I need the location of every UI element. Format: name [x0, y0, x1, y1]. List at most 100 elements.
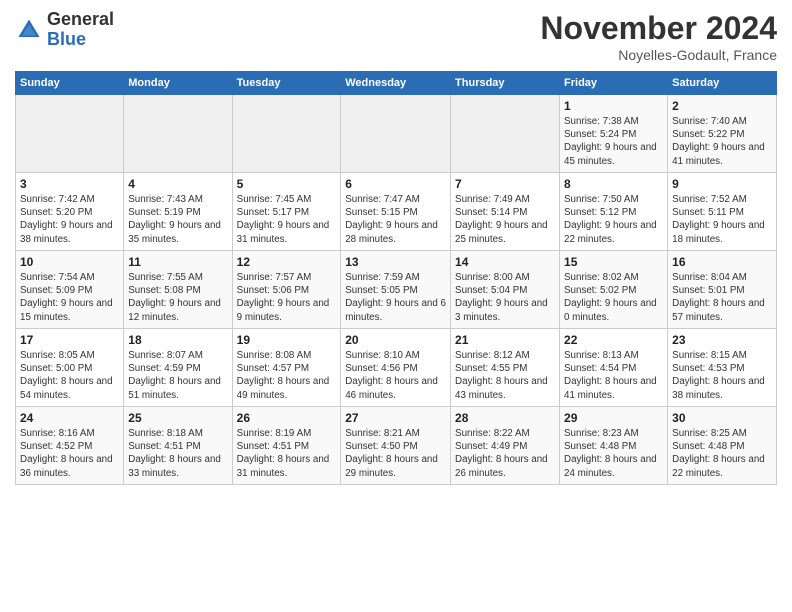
calendar-cell-w2-d2: 5 Sunrise: 7:45 AM Sunset: 5:17 PM Daylig… [232, 173, 341, 251]
calendar-cell-w3-d5: 15Sunrise: 8:02 AM Sunset: 5:02 PM Dayli… [560, 251, 668, 329]
day-info: Sunrise: 8:16 AM Sunset: 4:52 PM Dayligh… [20, 427, 119, 480]
day-number: 28 [455, 411, 555, 425]
calendar-cell-w3-d2: 12Sunrise: 7:57 AM Sunset: 5:06 PM Dayli… [232, 251, 341, 329]
day-info: Sunrise: 7:45 AM Sunset: 5:17 PM Dayligh… [237, 193, 337, 246]
day-info: Sunrise: 8:04 AM Sunset: 5:01 PM Dayligh… [672, 271, 772, 324]
title-block: November 2024 Noyelles-Godault, France [540, 10, 777, 63]
day-info: Sunrise: 7:42 AM Sunset: 5:20 PM Dayligh… [20, 193, 119, 246]
day-info: Sunrise: 8:00 AM Sunset: 5:04 PM Dayligh… [455, 271, 555, 324]
calendar-cell-w1-d4 [451, 95, 560, 173]
day-number: 4 [128, 177, 227, 191]
col-tuesday: Tuesday [232, 72, 341, 95]
day-number: 20 [345, 333, 446, 347]
day-info: Sunrise: 8:07 AM Sunset: 4:59 PM Dayligh… [128, 349, 227, 402]
week-row-4: 17 Sunrise: 8:05 AM Sunset: 5:00 PM Dayli… [16, 329, 777, 407]
day-info: Sunrise: 7:57 AM Sunset: 5:06 PM Dayligh… [237, 271, 337, 324]
calendar-cell-w5-d4: 28 Sunrise: 8:22 AM Sunset: 4:49 PM Dayli… [451, 407, 560, 485]
calendar-cell-w2-d4: 7Sunrise: 7:49 AM Sunset: 5:14 PM Daylig… [451, 173, 560, 251]
day-number: 14 [455, 255, 555, 269]
day-number: 29 [564, 411, 663, 425]
day-info: Sunrise: 8:15 AM Sunset: 4:53 PM Dayligh… [672, 349, 772, 402]
day-number: 21 [455, 333, 555, 347]
day-number: 18 [128, 333, 227, 347]
day-number: 19 [237, 333, 337, 347]
calendar-body: 1Sunrise: 7:38 AM Sunset: 5:24 PM Daylig… [16, 95, 777, 485]
day-number: 10 [20, 255, 119, 269]
day-info: Sunrise: 8:22 AM Sunset: 4:49 PM Dayligh… [455, 427, 555, 480]
month-title: November 2024 [540, 10, 777, 47]
day-number: 6 [345, 177, 446, 191]
day-number: 3 [20, 177, 119, 191]
day-info: Sunrise: 7:59 AM Sunset: 5:05 PM Dayligh… [345, 271, 446, 324]
day-number: 27 [345, 411, 446, 425]
day-info: Sunrise: 8:25 AM Sunset: 4:48 PM Dayligh… [672, 427, 772, 480]
day-info: Sunrise: 7:52 AM Sunset: 5:11 PM Dayligh… [672, 193, 772, 246]
calendar-cell-w3-d6: 16Sunrise: 8:04 AM Sunset: 5:01 PM Dayli… [668, 251, 777, 329]
col-saturday: Saturday [668, 72, 777, 95]
logo-blue: Blue [47, 29, 86, 49]
calendar-cell-w5-d6: 30Sunrise: 8:25 AM Sunset: 4:48 PM Dayli… [668, 407, 777, 485]
calendar-cell-w5-d5: 29 Sunrise: 8:23 AM Sunset: 4:48 PM Dayli… [560, 407, 668, 485]
day-info: Sunrise: 7:47 AM Sunset: 5:15 PM Dayligh… [345, 193, 446, 246]
calendar-header: Sunday Monday Tuesday Wednesday Thursday… [16, 72, 777, 95]
day-number: 1 [564, 99, 663, 113]
col-sunday: Sunday [16, 72, 124, 95]
calendar-cell-w4-d5: 22Sunrise: 8:13 AM Sunset: 4:54 PM Dayli… [560, 329, 668, 407]
day-info: Sunrise: 8:21 AM Sunset: 4:50 PM Dayligh… [345, 427, 446, 480]
logo: General Blue [15, 10, 114, 50]
col-friday: Friday [560, 72, 668, 95]
calendar-table: Sunday Monday Tuesday Wednesday Thursday… [15, 71, 777, 485]
week-row-1: 1Sunrise: 7:38 AM Sunset: 5:24 PM Daylig… [16, 95, 777, 173]
day-info: Sunrise: 7:54 AM Sunset: 5:09 PM Dayligh… [20, 271, 119, 324]
calendar-cell-w5-d0: 24 Sunrise: 8:16 AM Sunset: 4:52 PM Dayli… [16, 407, 124, 485]
calendar-cell-w1-d5: 1Sunrise: 7:38 AM Sunset: 5:24 PM Daylig… [560, 95, 668, 173]
day-number: 25 [128, 411, 227, 425]
day-info: Sunrise: 8:05 AM Sunset: 5:00 PM Dayligh… [20, 349, 119, 402]
calendar-cell-w2-d3: 6 Sunrise: 7:47 AM Sunset: 5:15 PM Daylig… [341, 173, 451, 251]
page: General Blue November 2024 Noyelles-Goda… [0, 0, 792, 612]
day-number: 23 [672, 333, 772, 347]
calendar-cell-w4-d4: 21 Sunrise: 8:12 AM Sunset: 4:55 PM Dayli… [451, 329, 560, 407]
day-info: Sunrise: 7:43 AM Sunset: 5:19 PM Dayligh… [128, 193, 227, 246]
day-info: Sunrise: 8:08 AM Sunset: 4:57 PM Dayligh… [237, 349, 337, 402]
calendar-cell-w1-d0 [16, 95, 124, 173]
calendar-cell-w1-d1 [124, 95, 232, 173]
calendar-cell-w5-d2: 26 Sunrise: 8:19 AM Sunset: 4:51 PM Dayli… [232, 407, 341, 485]
day-number: 5 [237, 177, 337, 191]
calendar-cell-w5-d3: 27 Sunrise: 8:21 AM Sunset: 4:50 PM Dayli… [341, 407, 451, 485]
day-number: 7 [455, 177, 555, 191]
calendar-cell-w3-d4: 14 Sunrise: 8:00 AM Sunset: 5:04 PM Dayli… [451, 251, 560, 329]
calendar-cell-w1-d6: 2Sunrise: 7:40 AM Sunset: 5:22 PM Daylig… [668, 95, 777, 173]
day-number: 17 [20, 333, 119, 347]
day-info: Sunrise: 8:02 AM Sunset: 5:02 PM Dayligh… [564, 271, 663, 324]
calendar-cell-w3-d3: 13 Sunrise: 7:59 AM Sunset: 5:05 PM Dayli… [341, 251, 451, 329]
day-number: 26 [237, 411, 337, 425]
day-number: 22 [564, 333, 663, 347]
day-info: Sunrise: 7:40 AM Sunset: 5:22 PM Dayligh… [672, 115, 772, 168]
calendar-cell-w2-d6: 9 Sunrise: 7:52 AM Sunset: 5:11 PM Daylig… [668, 173, 777, 251]
calendar-cell-w4-d3: 20 Sunrise: 8:10 AM Sunset: 4:56 PM Dayli… [341, 329, 451, 407]
day-info: Sunrise: 8:12 AM Sunset: 4:55 PM Dayligh… [455, 349, 555, 402]
day-number: 13 [345, 255, 446, 269]
col-wednesday: Wednesday [341, 72, 451, 95]
calendar-cell-w3-d0: 10 Sunrise: 7:54 AM Sunset: 5:09 PM Dayli… [16, 251, 124, 329]
calendar-cell-w5-d1: 25Sunrise: 8:18 AM Sunset: 4:51 PM Dayli… [124, 407, 232, 485]
header: General Blue November 2024 Noyelles-Goda… [15, 10, 777, 63]
day-number: 8 [564, 177, 663, 191]
day-info: Sunrise: 7:55 AM Sunset: 5:08 PM Dayligh… [128, 271, 227, 324]
day-info: Sunrise: 8:19 AM Sunset: 4:51 PM Dayligh… [237, 427, 337, 480]
day-number: 24 [20, 411, 119, 425]
day-number: 11 [128, 255, 227, 269]
calendar-cell-w1-d2 [232, 95, 341, 173]
calendar-cell-w4-d6: 23 Sunrise: 8:15 AM Sunset: 4:53 PM Dayli… [668, 329, 777, 407]
day-info: Sunrise: 8:10 AM Sunset: 4:56 PM Dayligh… [345, 349, 446, 402]
day-number: 9 [672, 177, 772, 191]
calendar-cell-w4-d0: 17 Sunrise: 8:05 AM Sunset: 5:00 PM Dayli… [16, 329, 124, 407]
calendar-cell-w2-d5: 8Sunrise: 7:50 AM Sunset: 5:12 PM Daylig… [560, 173, 668, 251]
week-row-3: 10 Sunrise: 7:54 AM Sunset: 5:09 PM Dayli… [16, 251, 777, 329]
week-row-2: 3 Sunrise: 7:42 AM Sunset: 5:20 PM Daylig… [16, 173, 777, 251]
logo-text: General Blue [47, 10, 114, 50]
day-info: Sunrise: 8:23 AM Sunset: 4:48 PM Dayligh… [564, 427, 663, 480]
header-row: Sunday Monday Tuesday Wednesday Thursday… [16, 72, 777, 95]
week-row-5: 24 Sunrise: 8:16 AM Sunset: 4:52 PM Dayli… [16, 407, 777, 485]
